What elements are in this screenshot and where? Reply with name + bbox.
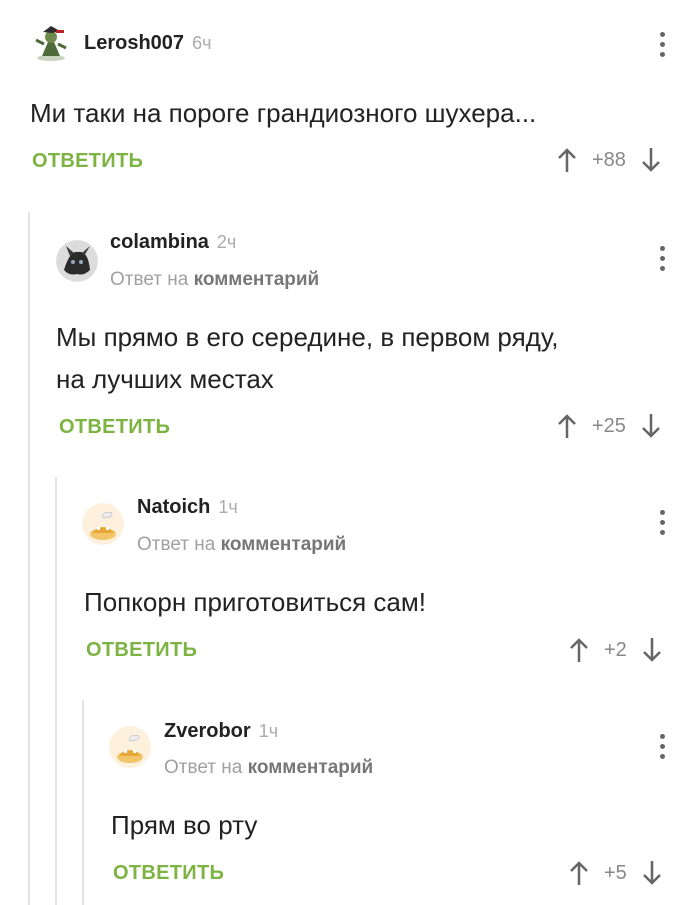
avatar[interactable] [56, 240, 98, 282]
avatar[interactable] [82, 503, 124, 545]
vote-controls: +5 [568, 859, 663, 887]
more-options-icon[interactable] [660, 734, 666, 764]
downvote-icon[interactable] [640, 146, 662, 174]
more-options-icon[interactable] [660, 510, 666, 540]
comment-author[interactable]: Zverobor 1ч [164, 720, 278, 743]
vote-score: +25 [592, 414, 626, 437]
vote-controls: +2 [568, 636, 663, 664]
user-avatar-icon [56, 240, 98, 282]
vote-score: +2 [604, 638, 627, 661]
comment-text: Прям во рту [111, 810, 258, 840]
reply-button[interactable]: ОТВЕТИТЬ [59, 416, 170, 439]
reply-to-link[interactable]: комментарий [248, 757, 374, 778]
vote-controls: +88 [556, 146, 662, 174]
comment-time: 1ч [218, 497, 238, 517]
downvote-icon[interactable] [641, 636, 663, 664]
avatar[interactable] [109, 726, 151, 768]
thread-line-level-3 [82, 700, 84, 905]
thread-line-level-1 [28, 212, 30, 905]
avatar[interactable] [30, 22, 72, 64]
upvote-icon[interactable] [556, 146, 578, 174]
default-avatar-icon [109, 726, 151, 768]
reply-button[interactable]: ОТВЕТИТЬ [32, 150, 143, 173]
more-options-icon[interactable] [660, 32, 666, 62]
comment-time: 1ч [258, 721, 279, 741]
vote-controls: +25 [556, 412, 662, 440]
downvote-icon[interactable] [640, 412, 662, 440]
vote-score: +5 [604, 861, 627, 884]
comment-author[interactable]: colambina 2ч [110, 231, 236, 254]
downvote-icon[interactable] [641, 859, 663, 887]
comment-author[interactable]: Lerosh007 6ч [84, 32, 211, 55]
thread-line-level-2 [55, 477, 57, 905]
reply-to-label: Ответ на комментарий [137, 534, 347, 555]
comment-text: Попкорн приготовиться сам! [84, 587, 426, 617]
more-options-icon[interactable] [660, 246, 666, 276]
comment-text-line: на лучших местах [56, 364, 274, 394]
default-avatar-icon [82, 503, 124, 545]
comment-text: Ми таки на пороге грандиозного шухера... [30, 98, 537, 128]
comment-time: 6ч [192, 33, 212, 53]
upvote-icon[interactable] [556, 412, 578, 440]
reply-to-label: Ответ на комментарий [110, 269, 320, 290]
comment-author[interactable]: Natoich 1ч [137, 496, 238, 519]
comment-time: 2ч [216, 232, 237, 252]
vote-score: +88 [592, 148, 626, 171]
reply-to-label: Ответ на комментарий [164, 757, 374, 778]
reply-to-link[interactable]: комментарий [221, 534, 347, 555]
upvote-icon[interactable] [568, 636, 590, 664]
upvote-icon[interactable] [568, 859, 590, 887]
reply-button[interactable]: ОТВЕТИТЬ [113, 862, 224, 885]
user-avatar-icon [35, 26, 67, 61]
comment-text: Мы прямо в его середине, в первом ряду, … [56, 316, 558, 400]
reply-button[interactable]: ОТВЕТИТЬ [86, 639, 197, 662]
comment-text-line: Мы прямо в его середине, в первом ряду, [56, 322, 559, 352]
reply-to-link[interactable]: комментарий [194, 269, 320, 290]
